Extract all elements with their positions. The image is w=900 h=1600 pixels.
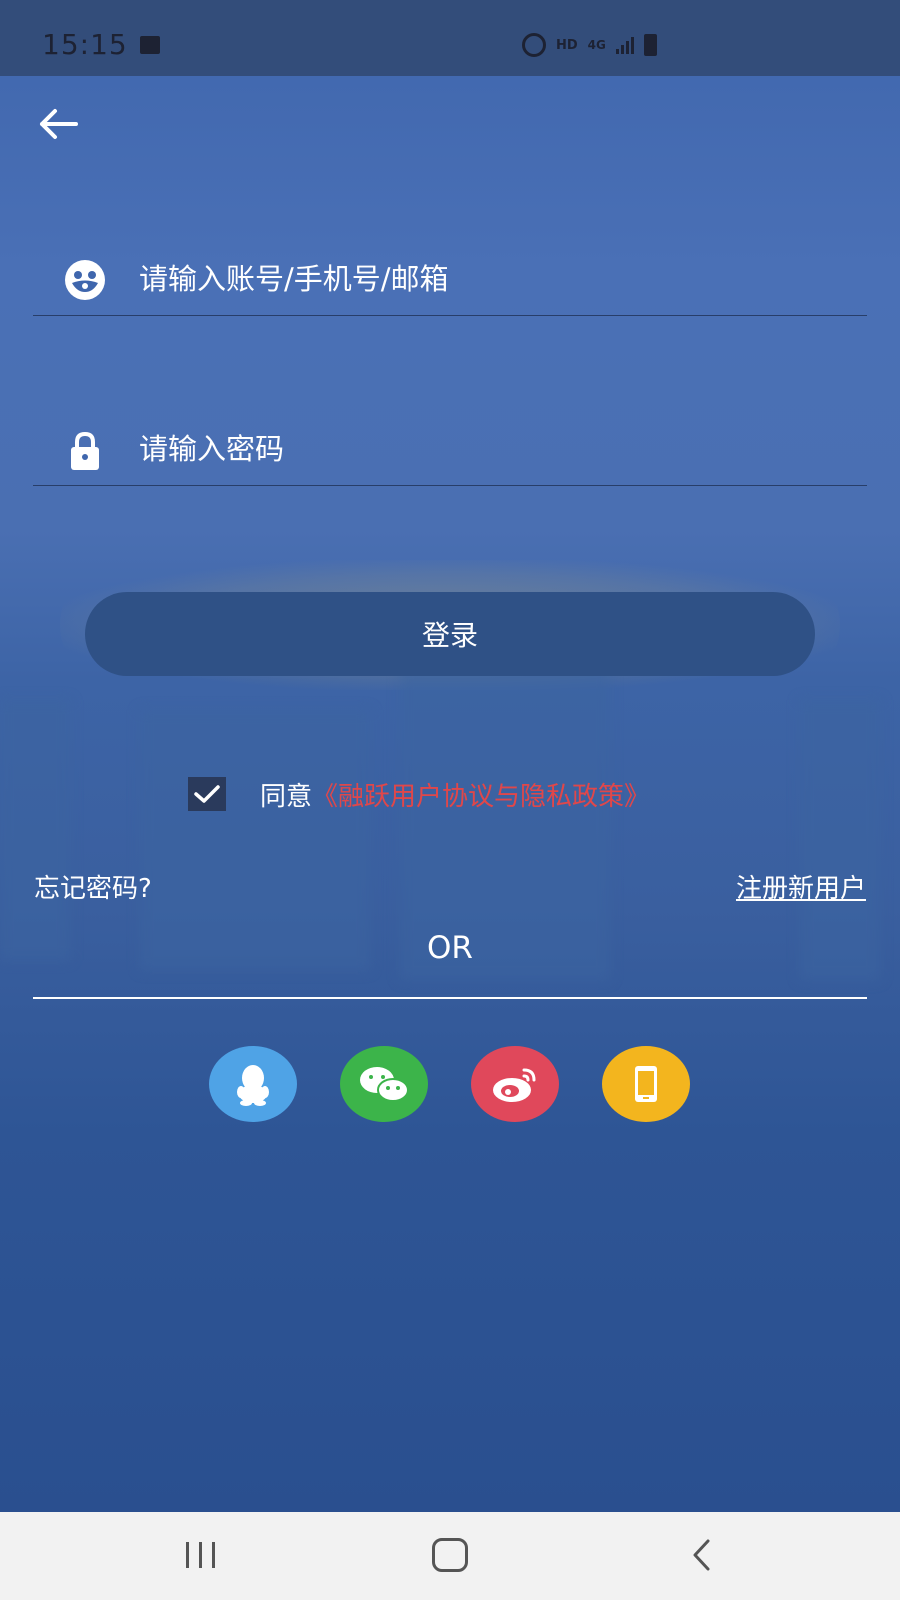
password-input[interactable] [139, 424, 839, 474]
phone-icon [635, 1066, 657, 1102]
divider-line [33, 997, 867, 999]
background [0, 0, 900, 1512]
home-icon[interactable] [432, 1538, 468, 1572]
agreement-prefix: 同意 [260, 781, 313, 812]
status-bar: 15:15 HD 4G [0, 0, 900, 76]
weibo-login-button[interactable] [471, 1046, 559, 1122]
battery-icon [643, 34, 657, 56]
or-label: OR [427, 930, 473, 966]
forgot-password-link[interactable]: 忘记密码? [34, 868, 152, 905]
mail-icon [140, 36, 160, 54]
city-silhouette [0, 700, 70, 960]
signal-icon [615, 36, 634, 54]
user-face-icon [63, 258, 107, 302]
agreement-link[interactable]: 《融跃用户协议与隐私政策》 [312, 776, 650, 813]
back-icon[interactable] [690, 1538, 714, 1572]
social-login-row [209, 1046, 690, 1122]
wechat-login-button[interactable] [340, 1046, 428, 1122]
wechat-icon [360, 1067, 409, 1102]
alarm-icon [522, 33, 546, 57]
register-link[interactable]: 注册新用户 [736, 868, 866, 905]
account-field[interactable] [33, 236, 867, 316]
qq-icon [237, 1065, 269, 1106]
password-field[interactable] [33, 406, 867, 486]
status-icons: HD 4G [522, 30, 657, 60]
agreement-row: 同意 《融跃用户协议与隐私政策》 [188, 774, 650, 814]
back-arrow-icon[interactable] [36, 106, 80, 142]
hd-label: HD [556, 37, 578, 53]
network-label: 4G [587, 38, 606, 52]
checkmark-icon [194, 785, 220, 803]
login-button[interactable]: 登录 [85, 592, 815, 676]
recents-icon[interactable] [183, 1542, 219, 1568]
status-time: 15:15 [42, 28, 128, 61]
phone-login-button[interactable] [602, 1046, 690, 1122]
weibo-icon [493, 1068, 536, 1102]
lock-icon [63, 428, 107, 472]
agreement-checkbox[interactable] [188, 777, 226, 811]
qq-login-button[interactable] [209, 1046, 297, 1122]
account-input[interactable] [139, 254, 839, 304]
